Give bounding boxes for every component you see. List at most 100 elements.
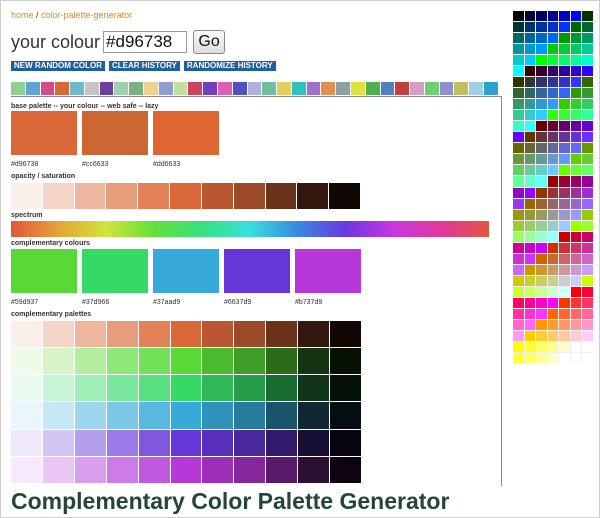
side-palette-swatch[interactable] — [547, 110, 559, 121]
side-palette-swatch[interactable] — [524, 297, 536, 308]
side-palette-swatch[interactable] — [524, 165, 536, 176]
side-palette-swatch[interactable] — [570, 242, 582, 253]
side-palette-swatch[interactable] — [547, 297, 559, 308]
complementary-swatch[interactable] — [11, 249, 77, 293]
side-palette-swatch[interactable] — [524, 264, 536, 275]
side-palette-swatch[interactable] — [582, 11, 593, 22]
side-palette-swatch[interactable] — [513, 352, 524, 363]
side-palette-swatch[interactable] — [559, 330, 570, 341]
side-palette-swatch[interactable] — [559, 308, 570, 319]
side-palette-swatch[interactable] — [570, 77, 582, 88]
side-palette-swatch[interactable] — [513, 242, 524, 253]
side-palette-swatch[interactable] — [524, 176, 536, 187]
side-palette-swatch[interactable] — [547, 308, 559, 319]
side-palette-swatch[interactable] — [582, 264, 593, 275]
side-palette-swatch[interactable] — [570, 275, 582, 286]
side-palette-swatch[interactable] — [547, 88, 559, 99]
side-palette-swatch[interactable] — [513, 11, 524, 22]
side-palette-swatch[interactable] — [547, 352, 559, 363]
opacity-swatch[interactable] — [297, 183, 329, 209]
side-palette-swatch[interactable] — [582, 154, 593, 165]
palette-swatch[interactable] — [170, 456, 202, 483]
history-swatch[interactable] — [129, 82, 144, 95]
palette-swatch[interactable] — [11, 429, 42, 456]
base-swatch-web-safe[interactable] — [82, 111, 148, 155]
palette-swatch[interactable] — [138, 348, 170, 375]
side-palette-swatch[interactable] — [524, 55, 536, 66]
palette-swatch[interactable] — [266, 348, 298, 375]
side-palette-swatch[interactable] — [582, 275, 593, 286]
side-palette-swatch[interactable] — [524, 242, 536, 253]
side-palette-swatch[interactable] — [559, 33, 570, 44]
palette-swatch[interactable] — [42, 456, 74, 483]
side-palette-swatch[interactable] — [513, 330, 524, 341]
complementary-swatch[interactable] — [153, 249, 219, 293]
palette-swatch[interactable] — [298, 348, 330, 375]
side-palette-swatch[interactable] — [524, 132, 536, 143]
side-palette-swatch[interactable] — [570, 286, 582, 297]
side-palette-swatch[interactable] — [513, 264, 524, 275]
side-palette-swatch[interactable] — [582, 143, 593, 154]
opacity-swatch[interactable] — [233, 183, 265, 209]
side-palette-swatch[interactable] — [547, 143, 559, 154]
side-palette-swatch[interactable] — [570, 352, 582, 363]
side-palette-swatch[interactable] — [547, 231, 559, 242]
palette-swatch[interactable] — [74, 375, 106, 402]
side-palette-swatch[interactable] — [536, 220, 547, 231]
side-palette-swatch[interactable] — [513, 187, 524, 198]
complementary-swatch[interactable] — [295, 249, 361, 293]
side-palette-swatch[interactable] — [559, 198, 570, 209]
side-palette-swatch[interactable] — [570, 341, 582, 352]
side-palette-swatch[interactable] — [536, 132, 547, 143]
palette-swatch[interactable] — [138, 429, 170, 456]
side-palette-swatch[interactable] — [513, 66, 524, 77]
side-palette-swatch[interactable] — [536, 77, 547, 88]
palette-swatch[interactable] — [202, 456, 234, 483]
side-palette-swatch[interactable] — [559, 165, 570, 176]
side-palette-swatch[interactable] — [582, 66, 593, 77]
side-palette-swatch[interactable] — [513, 319, 524, 330]
side-palette-swatch[interactable] — [559, 176, 570, 187]
palette-swatch[interactable] — [202, 375, 234, 402]
side-palette-swatch[interactable] — [513, 44, 524, 55]
side-palette-swatch[interactable] — [536, 253, 547, 264]
side-palette-swatch[interactable] — [536, 352, 547, 363]
side-palette-swatch[interactable] — [547, 220, 559, 231]
side-palette-swatch[interactable] — [570, 99, 582, 110]
side-palette-swatch[interactable] — [559, 286, 570, 297]
side-palette-swatch[interactable] — [570, 264, 582, 275]
side-palette-swatch[interactable] — [559, 264, 570, 275]
history-swatch[interactable] — [380, 82, 395, 95]
history-swatch[interactable] — [173, 82, 188, 95]
side-palette-swatch[interactable] — [536, 330, 547, 341]
palette-swatch[interactable] — [330, 348, 361, 375]
history-swatch[interactable] — [395, 82, 410, 95]
side-palette-swatch[interactable] — [582, 253, 593, 264]
side-palette-swatch[interactable] — [582, 319, 593, 330]
side-palette-swatch[interactable] — [582, 297, 593, 308]
side-palette-swatch[interactable] — [536, 88, 547, 99]
history-swatch[interactable] — [99, 82, 114, 95]
palette-swatch[interactable] — [330, 456, 361, 483]
side-palette-swatch[interactable] — [536, 297, 547, 308]
side-palette-swatch[interactable] — [570, 198, 582, 209]
palette-swatch[interactable] — [74, 348, 106, 375]
side-palette-swatch[interactable] — [570, 297, 582, 308]
side-palette-swatch[interactable] — [582, 220, 593, 231]
side-palette-swatch[interactable] — [547, 44, 559, 55]
palette-swatch[interactable] — [11, 348, 42, 375]
side-palette-swatch[interactable] — [513, 308, 524, 319]
side-palette-swatch[interactable] — [513, 165, 524, 176]
side-palette-swatch[interactable] — [559, 44, 570, 55]
palette-swatch[interactable] — [42, 402, 74, 429]
side-palette-swatch[interactable] — [570, 22, 582, 33]
palette-swatch[interactable] — [138, 375, 170, 402]
side-palette-swatch[interactable] — [547, 22, 559, 33]
palette-swatch[interactable] — [202, 402, 234, 429]
side-palette-swatch[interactable] — [570, 308, 582, 319]
side-palette-swatch[interactable] — [524, 99, 536, 110]
history-swatch[interactable] — [203, 82, 217, 95]
go-button[interactable]: Go — [193, 30, 226, 54]
history-swatch[interactable] — [306, 82, 321, 95]
opacity-swatch[interactable] — [170, 183, 201, 209]
